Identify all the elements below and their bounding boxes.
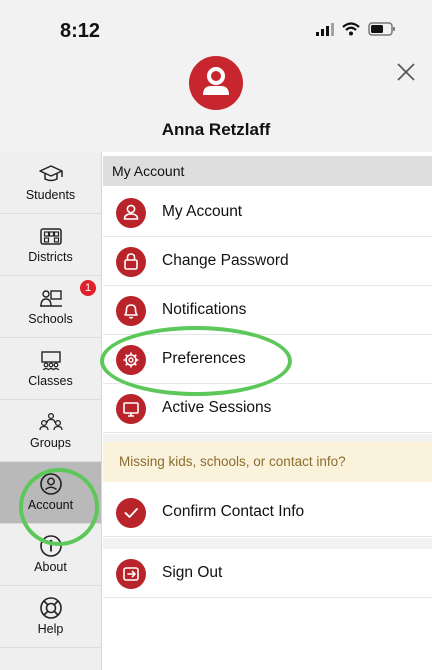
menu-item-label: Sign Out <box>162 564 223 581</box>
user-name: Anna Retzlaff <box>161 120 271 139</box>
wifi-icon <box>342 22 360 36</box>
status-icons <box>316 22 396 36</box>
highlight-ring-preferences <box>100 326 292 396</box>
monitor-icon <box>116 394 146 424</box>
bell-icon <box>116 296 146 326</box>
menu-item-my-account[interactable]: My Account <box>103 188 432 237</box>
building-icon <box>40 228 62 245</box>
profile-header: Anna Retzlaff <box>0 40 432 152</box>
menu-item-label: Confirm Contact Info <box>162 503 305 520</box>
menu-item-sign-out[interactable]: Sign Out <box>103 549 432 598</box>
sidebar-item-label: About <box>34 560 67 574</box>
menu-item-confirm-contact-info[interactable]: Confirm Contact Info <box>103 488 432 537</box>
section-spacer <box>103 434 432 442</box>
sidebar-item-label: Students <box>25 188 76 202</box>
sidebar-item-districts[interactable]: Districts <box>0 214 101 276</box>
sidebar-item-label: Classes <box>28 374 73 388</box>
section-spacer <box>103 538 432 549</box>
classroom-icon <box>41 351 61 371</box>
sidebar-item-label: Schools <box>28 312 73 326</box>
menu-item-label: Active Sessions <box>162 399 272 416</box>
sidebar-item-schools[interactable]: 1 Schools <box>0 276 101 338</box>
menu-item-label: Change Password <box>162 252 289 269</box>
missing-info-banner: Missing kids, schools, or contact info? <box>103 442 432 482</box>
menu-item-change-password[interactable]: Change Password <box>103 237 432 286</box>
close-icon[interactable] <box>394 60 418 84</box>
section-title: My Account <box>103 156 432 186</box>
highlight-ring-account <box>19 468 99 546</box>
avatar <box>189 56 243 110</box>
group-icon <box>39 412 63 431</box>
menu-item-notifications[interactable]: Notifications <box>103 286 432 335</box>
sidebar: Students Districts 1 Schools Classes Gro… <box>0 152 102 670</box>
menu-item-label: Notifications <box>162 301 247 318</box>
sidebar-item-label: Help <box>37 622 64 636</box>
graduation-cap-icon <box>39 165 63 182</box>
person-icon <box>116 198 146 228</box>
sign-out-icon <box>116 559 146 589</box>
battery-icon <box>368 22 395 36</box>
person-icon <box>203 67 229 95</box>
check-icon <box>116 498 146 528</box>
sidebar-item-label: Districts <box>28 250 73 264</box>
sidebar-item-label: Groups <box>30 436 71 450</box>
lock-icon <box>116 247 146 277</box>
lifebuoy-icon <box>40 597 62 619</box>
sidebar-item-groups[interactable]: Groups <box>0 400 101 462</box>
menu-item-label: My Account <box>162 203 243 220</box>
teacher-board-icon <box>40 290 62 307</box>
notification-badge: 1 <box>80 280 96 296</box>
account-menu: My Account My Account Change Password No… <box>103 152 432 670</box>
sidebar-item-classes[interactable]: Classes <box>0 338 101 400</box>
signal-icon <box>316 22 334 36</box>
sidebar-item-students[interactable]: Students <box>0 152 101 214</box>
sidebar-item-help[interactable]: Help <box>0 586 101 648</box>
